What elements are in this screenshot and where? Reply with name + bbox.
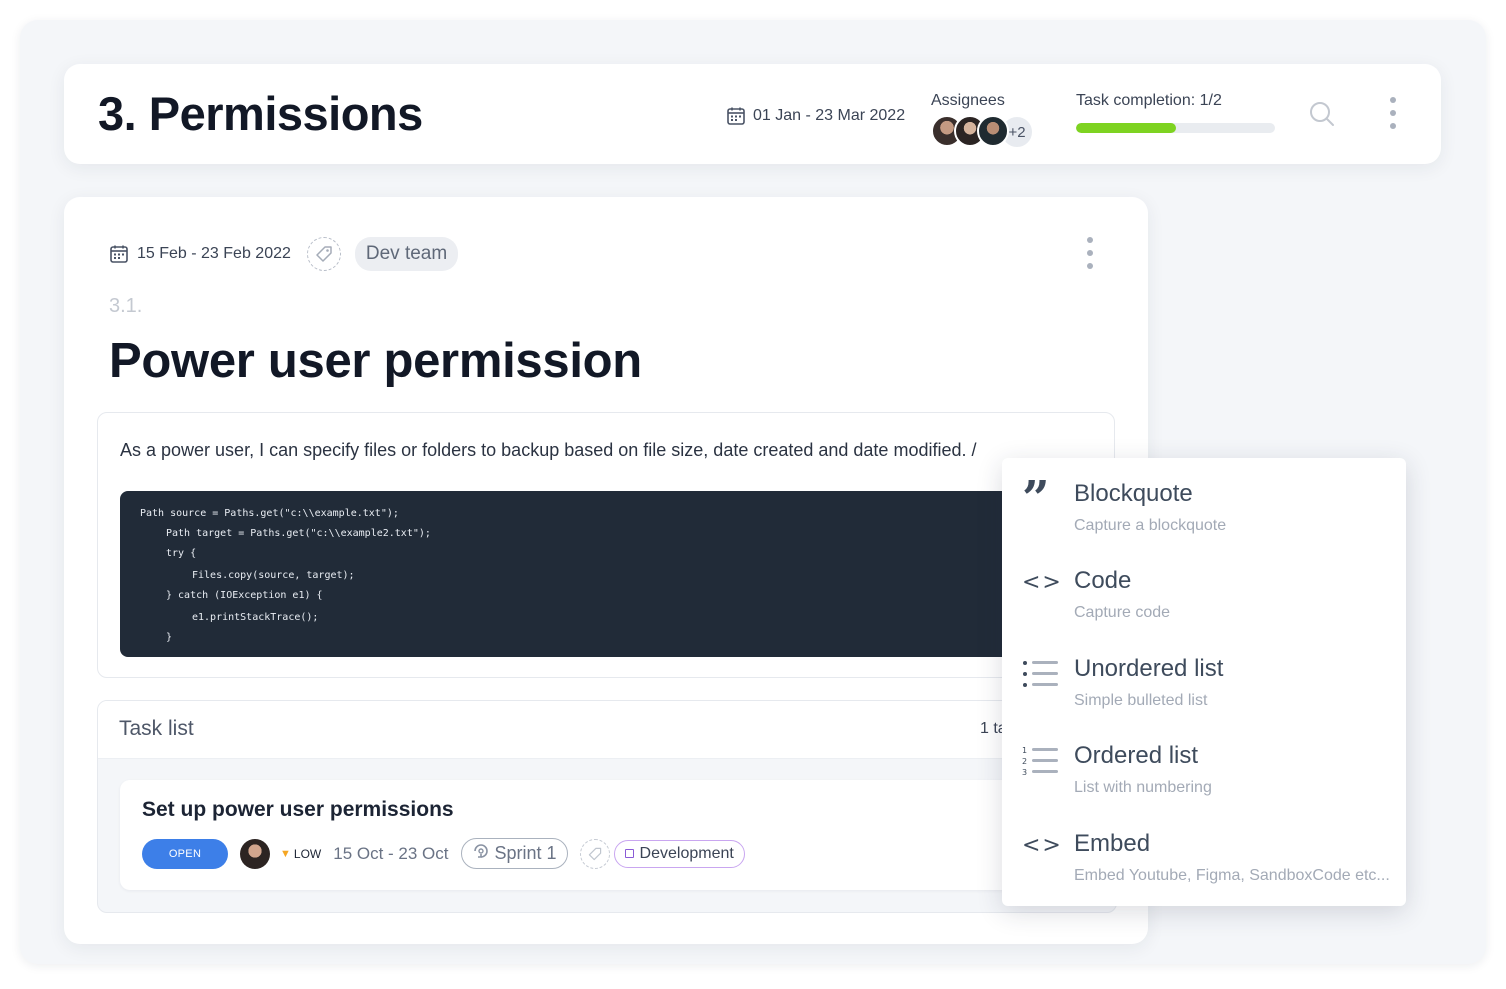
assignee-avatars[interactable]: +2 — [931, 115, 1034, 149]
menu-item-embed[interactable]: <> Embed Embed Youtube, Figma, SandboxCo… — [1002, 808, 1406, 894]
more-vertical-icon[interactable] — [1085, 237, 1095, 269]
page-title: 3. Permissions — [98, 87, 423, 140]
completion-progress-bar — [1076, 123, 1275, 133]
svg-text:2: 2 — [1022, 757, 1027, 766]
task-meta: 15 Feb - 23 Feb 2022 Dev team — [109, 237, 459, 271]
code-line: try { — [166, 548, 197, 559]
code-line: Path target = Paths.get("c:\\example2.tx… — [166, 528, 431, 539]
task-item-name[interactable]: Set up power user permissions — [142, 798, 454, 822]
project-date-text: 01 Jan - 23 Mar 2022 — [753, 107, 906, 124]
search-icon[interactable] — [1308, 100, 1336, 133]
embed-icon: <> — [1022, 833, 1063, 858]
calendar-icon — [109, 244, 129, 264]
menu-item-label: Unordered list — [1074, 655, 1224, 682]
more-vertical-icon[interactable] — [1388, 97, 1398, 129]
tag-icon[interactable] — [306, 237, 341, 271]
code-line: Files.copy(source, target); — [192, 570, 355, 581]
team-tag[interactable]: Dev team — [354, 237, 459, 271]
priority[interactable]: ▼ LOW — [280, 847, 321, 861]
menu-item-label: Embed — [1074, 830, 1151, 857]
menu-item-description: List with numbering — [1074, 779, 1212, 796]
assignees[interactable]: Assignees +2 — [931, 92, 1034, 149]
menu-item-blockquote[interactable]: ” Blockquote Capture a blockquote — [1002, 458, 1406, 544]
menu-item-label: Blockquote — [1074, 480, 1193, 507]
sprint-label: Sprint 1 — [494, 843, 557, 863]
code-block[interactable]: Path source = Paths.get("c:\\example.txt… — [120, 491, 1110, 657]
task-completion: Task completion: 1/2 — [1076, 92, 1276, 133]
completion-label: Task completion: 1/2 — [1076, 92, 1222, 109]
menu-item-description: Simple bulleted list — [1074, 692, 1208, 709]
task-title[interactable]: Power user permission — [109, 333, 642, 389]
status-badge[interactable]: OPEN — [142, 838, 228, 869]
code-line: e1.printStackTrace(); — [192, 612, 319, 623]
task-list-title: Task list — [119, 717, 194, 740]
code-line: Path source = Paths.get("c:\\example.txt… — [140, 508, 399, 519]
project-date-range[interactable]: 01 Jan - 23 Mar 2022 — [726, 106, 905, 126]
sprint-icon — [471, 842, 491, 865]
unordered-list-icon — [1022, 657, 1060, 691]
code-line: } catch (IOException e1) { — [166, 590, 323, 601]
blockquote-icon: ” — [1022, 471, 1050, 527]
menu-item-description: Capture a blockquote — [1074, 517, 1227, 534]
task-item-date[interactable]: 15 Oct - 23 Oct — [333, 844, 448, 864]
menu-item-ordered-list[interactable]: 1 2 3 Ordered list List with numbering — [1002, 720, 1406, 806]
label-tag[interactable]: Development — [613, 839, 745, 868]
menu-item-description: Embed Youtube, Figma, SandboxCode etc... — [1074, 867, 1390, 884]
svg-text:3: 3 — [1022, 768, 1027, 777]
task-date-range[interactable]: 15 Feb - 23 Feb 2022 — [137, 245, 291, 263]
menu-item-code[interactable]: <> Code Capture code — [1002, 545, 1406, 631]
square-icon — [624, 849, 634, 858]
sprint-tag[interactable]: Sprint 1 — [460, 838, 568, 869]
menu-item-description: Capture code — [1074, 604, 1171, 621]
menu-item-label: Code — [1074, 567, 1132, 594]
assignees-label: Assignees — [931, 92, 1005, 109]
task-item-meta: OPEN ▼ LOW 15 Oct - 23 Oct Sprint 1 Deve… — [142, 838, 745, 869]
task-detail-card: 15 Feb - 23 Feb 2022 Dev team 3.1. Power… — [64, 197, 1148, 944]
project-header: 3. Permissions 01 Jan - 23 Mar 2022 Assi… — [64, 64, 1441, 164]
description-editor[interactable]: As a power user, I can specify files or … — [97, 412, 1115, 678]
tag-icon[interactable] — [579, 838, 610, 869]
calendar-icon — [726, 106, 746, 126]
priority-label: LOW — [293, 846, 322, 861]
label-tag-text: Development — [639, 844, 734, 862]
code-icon: <> — [1022, 570, 1063, 595]
task-list-header: Task list 1 ta — [98, 701, 1116, 759]
insert-block-menu: ” Blockquote Capture a blockquote <> Cod… — [1002, 458, 1406, 906]
avatar[interactable] — [977, 115, 1009, 147]
code-line: } — [166, 632, 173, 643]
completion-progress-fill — [1076, 123, 1176, 133]
description-text[interactable]: As a power user, I can specify files or … — [120, 440, 977, 461]
ordered-list-icon: 1 2 3 — [1022, 744, 1060, 778]
chevron-down-icon: ▼ — [280, 847, 291, 860]
avatar[interactable] — [240, 838, 270, 869]
menu-item-unordered-list[interactable]: Unordered list Simple bulleted list — [1002, 633, 1406, 719]
svg-text:1: 1 — [1022, 746, 1027, 755]
menu-item-label: Ordered list — [1074, 742, 1199, 769]
task-item[interactable]: Set up power user permissions OPEN ▼ LOW… — [120, 780, 1100, 890]
task-list: Task list 1 ta Set up power user permiss… — [97, 700, 1117, 913]
task-number: 3.1. — [109, 295, 143, 317]
